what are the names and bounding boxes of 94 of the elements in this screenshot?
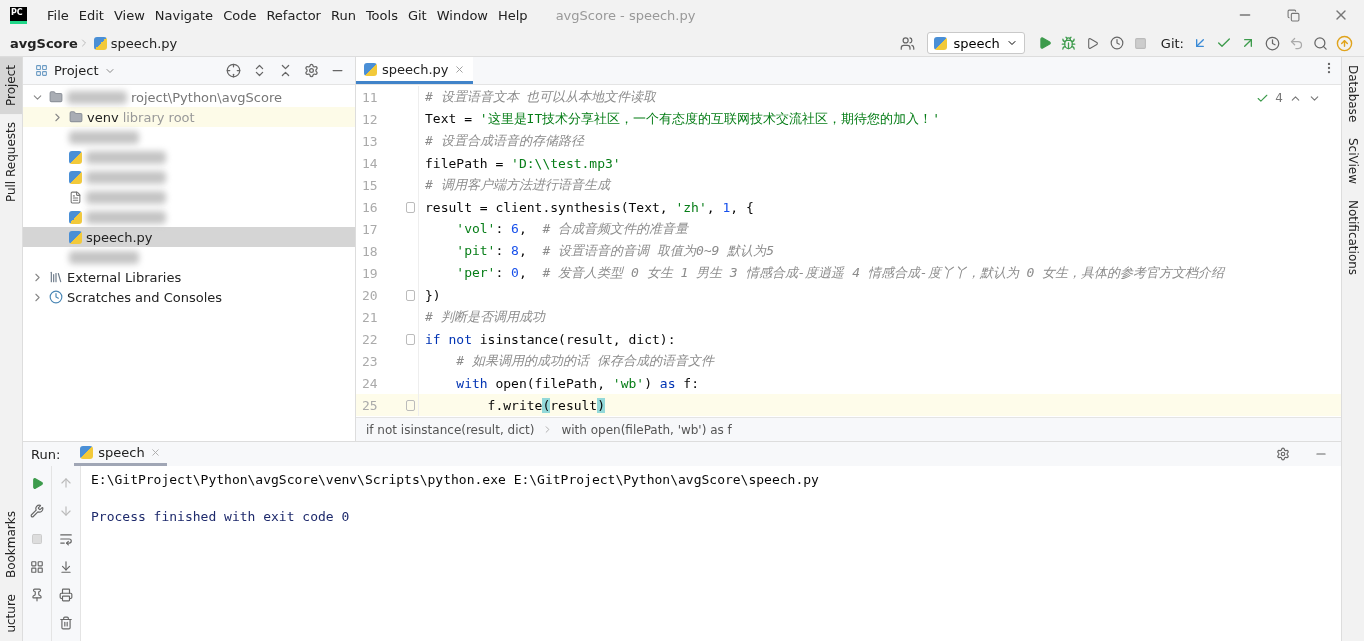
- python-icon: [69, 150, 82, 164]
- python-icon: [69, 230, 82, 244]
- tree-item[interactable]: venv library root: [23, 107, 355, 127]
- code-text: if not isinstance(result, dict):: [425, 331, 676, 347]
- line-number: 20: [361, 287, 379, 303]
- fold-icon[interactable]: [405, 399, 415, 411]
- tool-window-tab[interactable]: Project: [0, 57, 22, 115]
- blurred-text: [69, 130, 139, 144]
- tree-label: Scratches and Consoles: [67, 289, 223, 305]
- code-text: result = client.synthesis(Text, 'zh', 1, {: [425, 199, 754, 215]
- code-text: filePath = 'D:\\test.mp3': [425, 155, 621, 171]
- tool-window-tab[interactable]: Notifications: [1342, 192, 1364, 284]
- menu-item[interactable]: File: [43, 7, 73, 23]
- menu-item[interactable]: Refactor: [262, 7, 325, 23]
- breadcrumb-item[interactable]: speech.py: [110, 35, 178, 51]
- app-logo: PC: [10, 6, 27, 24]
- line-number: 19: [361, 265, 379, 281]
- line-number: 18: [361, 243, 379, 259]
- line-number: 17: [361, 221, 379, 237]
- line-number: 21: [361, 309, 379, 325]
- tree-note: library root: [122, 109, 195, 125]
- code-text: with open(filePath, 'wb') as f:: [455, 375, 699, 391]
- fold-icon[interactable]: [405, 289, 415, 301]
- menu-item[interactable]: Navigate: [150, 7, 218, 23]
- tool-window-tab[interactable]: ucture: [0, 586, 22, 641]
- tool-window-tab[interactable]: SciView: [1342, 130, 1364, 193]
- line-number: 16: [361, 199, 379, 215]
- project-dropdown[interactable]: Project: [35, 63, 117, 78]
- breadcrumb-item[interactable]: avgScore: [10, 35, 78, 51]
- tree-item[interactable]: External Libraries: [23, 267, 355, 287]
- line-number: 11: [361, 89, 379, 105]
- tree-label: venv: [87, 109, 119, 125]
- code-text: 'pit': 8, # 设置语音的音调 取值为0~9 默认为5: [455, 242, 775, 260]
- panel-icon: [35, 64, 48, 77]
- python-file-icon: [93, 36, 107, 50]
- line-number: 12: [361, 111, 379, 127]
- blurred-text: [69, 250, 139, 264]
- line-number: 14: [361, 155, 379, 171]
- warning-count: 4: [1275, 91, 1283, 105]
- bracket-highlight: (: [542, 397, 551, 413]
- code-text: # 设置语音文本 也可以从本地文件读取: [425, 88, 657, 106]
- code-text: 'per': 0, # 发音人类型 0 女生 1 男生 3 情感合成-度逍遥 4 情感合成-度丫丫，默认为 0 女生，具体的参考官方文档介绍: [455, 264, 1225, 282]
- tree-item[interactable]: speech.py: [23, 227, 355, 247]
- run-tab[interactable]: speech: [74, 442, 167, 466]
- console-line: E:\GitProject\Python\avgScore\venv\Scripts\python.exe E:\GitProject\Python\avgScore\speech.py: [91, 472, 819, 487]
- code-text: # 设置合成语音的存储路径: [425, 132, 584, 150]
- code-text: 'vol': 6, # 合成音频文件的准音量: [455, 220, 689, 238]
- line-number: 23: [361, 353, 379, 369]
- tool-window-tab[interactable]: Pull Requests: [0, 114, 22, 211]
- code-breadcrumb[interactable]: if not isinstance(result, dict): [366, 422, 535, 437]
- code-text: # 如果调用的成功的话 保存合成的语音文件: [455, 352, 714, 370]
- python-icon: [69, 170, 82, 184]
- menu-item[interactable]: Git: [403, 7, 431, 23]
- tool-window-tab[interactable]: Bookmarks: [0, 503, 22, 587]
- run-label: Run:: [31, 446, 61, 462]
- menu-item[interactable]: View: [109, 7, 149, 23]
- line-number: 22: [361, 331, 379, 347]
- menu-item[interactable]: Window: [432, 7, 492, 23]
- line-number: 13: [361, 133, 379, 149]
- line-number: 15: [361, 177, 379, 193]
- tree-item[interactable]: roject\Python\avgScore: [23, 87, 355, 107]
- fold-icon[interactable]: [405, 201, 415, 213]
- menu-item[interactable]: Code: [219, 7, 261, 23]
- tree-label: roject\Python\avgScore: [131, 89, 282, 105]
- close-icon[interactable]: [453, 63, 465, 75]
- code-text: # 判断是否调用成功: [425, 308, 545, 326]
- console-line: Process finished with exit code 0: [91, 509, 351, 524]
- run-config-dropdown[interactable]: speech: [927, 32, 1025, 54]
- window-title: avgScore - speech.py: [555, 7, 697, 23]
- line-number: 24: [361, 375, 379, 391]
- code-text: f.write(result): [486, 397, 606, 413]
- libraries-icon: [49, 270, 63, 284]
- menu-item[interactable]: Help: [494, 7, 532, 23]
- python-icon: [69, 210, 82, 224]
- folder-icon: [49, 90, 63, 104]
- menu-item[interactable]: Run: [326, 7, 360, 23]
- code-text: }): [425, 287, 441, 303]
- code-breadcrumb[interactable]: with open(filePath, 'wb') as f: [561, 422, 732, 437]
- code-text: Text = '这里是IT技术分享社区，一个有态度的互联网技术交流社区，期待您的加入！': [425, 110, 941, 128]
- close-icon[interactable]: [149, 447, 161, 458]
- tree-label: External Libraries: [67, 269, 182, 285]
- fold-icon[interactable]: [405, 333, 415, 345]
- folder-icon: [69, 110, 83, 124]
- line-number: 25: [361, 397, 379, 413]
- text-icon: [69, 190, 82, 204]
- code-text: # 调用客户端方法进行语音生成: [425, 176, 610, 194]
- tree-label: speech.py: [86, 229, 153, 245]
- editor-tab[interactable]: speech.py: [356, 57, 473, 84]
- menu-item[interactable]: Tools: [361, 7, 402, 23]
- menu-item[interactable]: Edit: [74, 7, 108, 23]
- tree-item[interactable]: Scratches and Consoles: [23, 287, 355, 307]
- bracket-highlight: ): [597, 397, 606, 413]
- git-label: Git:: [1160, 35, 1184, 51]
- tool-window-tab[interactable]: Database: [1342, 57, 1364, 131]
